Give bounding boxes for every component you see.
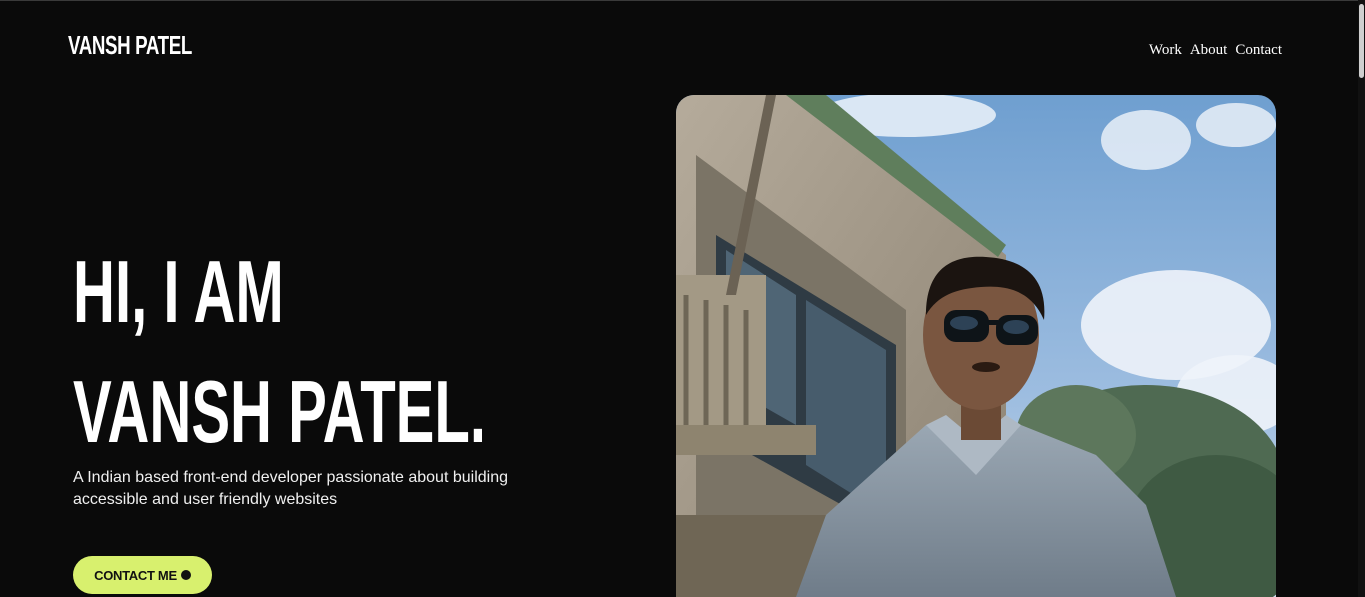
nav-link-work[interactable]: Work: [1149, 42, 1182, 59]
top-border: [0, 0, 1365, 1]
scrollbar[interactable]: [1358, 0, 1365, 597]
site-logo[interactable]: VANSH PATEL: [68, 30, 192, 60]
nav-link-contact[interactable]: Contact: [1235, 42, 1282, 59]
dot-icon: [180, 570, 191, 580]
hero-title-line-1: HI, I AM: [73, 242, 284, 341]
nav-link-about[interactable]: About: [1190, 42, 1228, 59]
hero-subtitle-line-2: accessible and user friendly websites: [73, 491, 338, 508]
contact-me-label: CONTACT ME: [94, 567, 177, 583]
hero-title: HI, I AM VANSH PATEL.: [73, 232, 486, 472]
hero-subtitle: A Indian based front-end developer passi…: [73, 467, 543, 511]
contact-me-button[interactable]: CONTACT ME: [73, 556, 212, 594]
scrollbar-thumb[interactable]: [1359, 4, 1364, 78]
hero-title-line-2: VANSH PATEL.: [73, 362, 487, 461]
hero-subtitle-line-1: A Indian based front-end developer passi…: [73, 469, 508, 486]
main-nav: Work About Contact: [1149, 42, 1282, 59]
profile-photo: [676, 95, 1276, 597]
